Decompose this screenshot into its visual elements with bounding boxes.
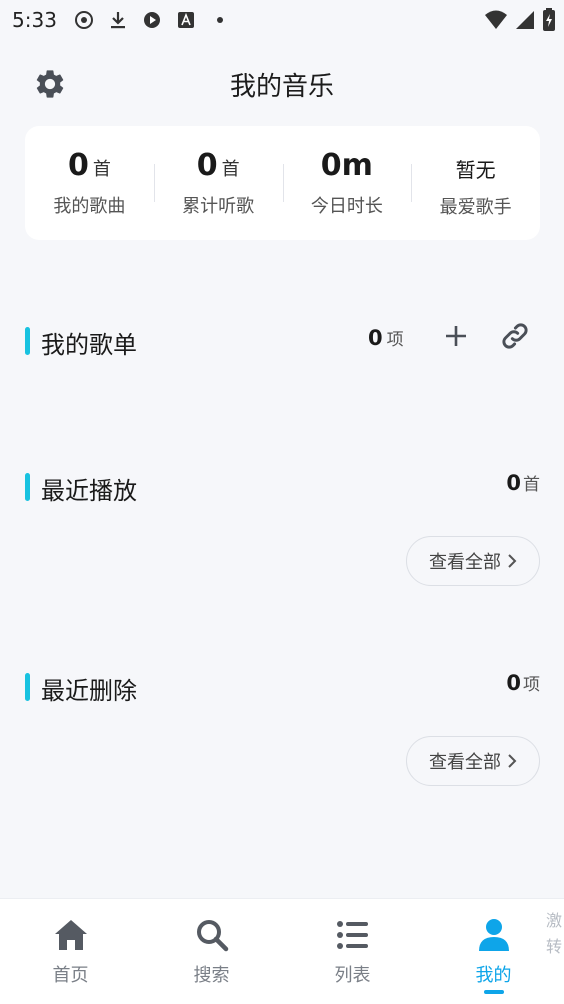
nav-item-search[interactable]: 搜索	[141, 899, 282, 1004]
stat-total-listened[interactable]: 0 首 累计听歌	[153, 126, 283, 240]
stat-unit: 首	[221, 159, 240, 180]
nav-item-home[interactable]: 首页	[0, 899, 141, 1004]
section-my-playlists: 我的歌单 0 项	[25, 323, 540, 367]
link-icon	[502, 323, 528, 349]
stat-value: 0m	[320, 148, 373, 183]
nav-item-mine[interactable]: 我的	[423, 899, 564, 1004]
playlist-count: 0 项	[368, 325, 404, 350]
stat-value: 0	[196, 148, 218, 183]
user-icon	[474, 915, 514, 955]
stat-label: 累计听歌	[182, 196, 255, 217]
stat-value: 0	[67, 148, 89, 183]
nav-label: 搜索	[193, 965, 230, 986]
music-app-icon	[73, 9, 95, 31]
nav-label: 首页	[52, 965, 89, 986]
recent-deleted-view-all-button[interactable]: 查看全部	[406, 736, 540, 786]
section-accent-bar	[25, 673, 30, 701]
view-all-label: 查看全部	[429, 552, 501, 573]
stat-label: 我的歌曲	[53, 196, 126, 217]
chevron-right-icon	[507, 553, 517, 569]
nav-label: 列表	[334, 965, 371, 986]
stat-my-songs[interactable]: 0 首 我的歌曲	[25, 126, 154, 240]
bottom-nav: 首页 搜索 列表 我的	[0, 898, 564, 1004]
section-title: 我的歌单	[41, 331, 137, 359]
section-recent-played: 最近播放 0 首 查看全部	[25, 470, 540, 593]
section-title: 最近播放	[41, 477, 137, 505]
nav-label: 我的	[475, 965, 512, 986]
page-title: 我的音乐	[229, 72, 334, 102]
stats-card: 0 首 我的歌曲 0 首 累计听歌 0m 今日时长 暂无 最爱歌手	[25, 126, 540, 240]
count-unit: 首	[523, 475, 540, 495]
status-bar: 5:33	[0, 0, 564, 40]
chevron-right-icon	[507, 753, 517, 769]
plus-icon	[446, 326, 466, 346]
stat-today-duration[interactable]: 0m 今日时长	[282, 126, 412, 240]
count-number: 0	[506, 671, 521, 695]
wifi-icon	[484, 9, 508, 35]
battery-icon	[542, 8, 556, 36]
search-icon	[192, 915, 232, 955]
recent-played-count: 0 首	[506, 470, 540, 495]
play-app-icon	[141, 9, 163, 31]
home-icon	[51, 915, 91, 955]
active-indicator	[483, 990, 504, 994]
stat-unit: 首	[92, 159, 111, 180]
signal-icon	[514, 9, 536, 35]
stat-value: 暂无	[455, 157, 496, 182]
section-title: 最近删除	[41, 677, 137, 705]
stat-favorite-artist[interactable]: 暂无 最爱歌手	[411, 126, 540, 240]
import-playlist-link-button[interactable]	[498, 319, 532, 353]
status-time: 5:33	[12, 8, 57, 32]
recent-played-view-all-button[interactable]: 查看全部	[406, 536, 540, 586]
nav-item-list[interactable]: 列表	[282, 899, 423, 1004]
view-all-label: 查看全部	[429, 752, 501, 773]
count-number: 0	[368, 326, 383, 350]
recent-deleted-count: 0 项	[506, 670, 540, 695]
list-icon	[333, 915, 373, 955]
section-recent-deleted: 最近删除 0 项 查看全部	[25, 670, 540, 793]
header: 我的音乐	[0, 56, 564, 108]
side-peek-text: 激转	[546, 911, 563, 956]
count-unit: 项	[386, 330, 404, 350]
count-unit: 项	[523, 675, 540, 695]
section-accent-bar	[25, 327, 30, 355]
notification-dot-icon	[209, 9, 231, 31]
font-app-icon	[175, 9, 197, 31]
stat-label: 今日时长	[310, 196, 383, 217]
count-number: 0	[506, 471, 521, 495]
stat-label: 最爱歌手	[439, 196, 512, 218]
download-icon	[107, 9, 129, 31]
add-playlist-button[interactable]	[439, 319, 473, 353]
section-accent-bar	[25, 473, 30, 501]
